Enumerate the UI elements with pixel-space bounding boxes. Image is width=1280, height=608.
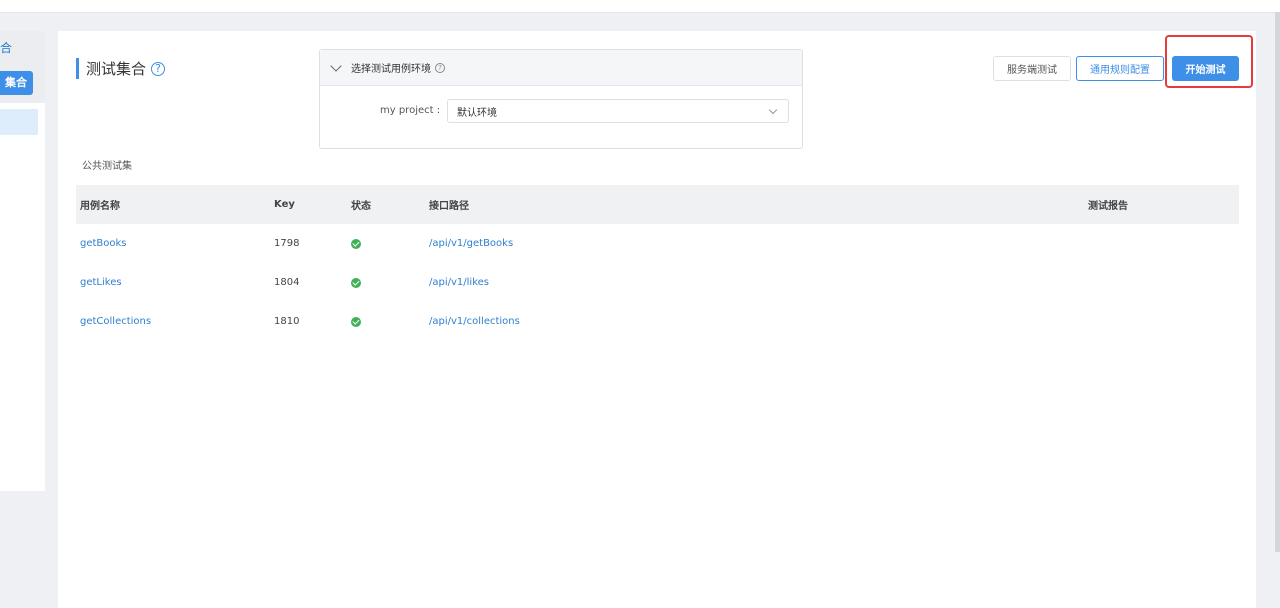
check-circle-icon <box>351 238 361 249</box>
table-row: getCollections 1810 /api/v1/collections <box>76 302 1239 341</box>
table-row: getBooks 1798 /api/v1/getBooks <box>76 224 1239 263</box>
page-title-group: 测试集合 ? <box>76 58 166 79</box>
page-title: 测试集合 <box>86 60 147 78</box>
case-key: 1804 <box>274 277 300 288</box>
status-cell <box>351 302 361 341</box>
top-bar <box>0 0 1280 13</box>
status-cell <box>351 263 361 302</box>
case-key: 1810 <box>274 316 300 327</box>
question-circle-icon[interactable]: ? <box>151 61 166 76</box>
sidebar-section-label: 合 <box>0 41 13 55</box>
case-name-link[interactable]: getBooks <box>80 224 127 263</box>
column-header-status: 状态 <box>351 201 371 212</box>
column-header-key: Key <box>274 199 295 210</box>
question-circle-icon[interactable]: ? <box>435 62 445 73</box>
check-circle-icon <box>351 316 361 327</box>
table-header: 用例名称 Key 状态 接口路径 测试报告 <box>76 185 1239 224</box>
api-path-link[interactable]: /api/v1/collections <box>429 302 520 341</box>
test-case-table: 用例名称 Key 状态 接口路径 测试报告 getBooks 1798 /api… <box>76 185 1239 341</box>
column-header-path: 接口路径 <box>429 201 469 212</box>
check-circle-icon <box>351 277 361 288</box>
env-panel-title: 选择测试用例环境 <box>351 64 431 75</box>
case-key: 1798 <box>274 238 300 249</box>
case-name-link[interactable]: getLikes <box>80 263 122 302</box>
project-label: my project : <box>380 105 441 116</box>
chevron-down-icon <box>768 105 778 115</box>
rule-config-button[interactable]: 通用规则配置 <box>1076 56 1164 81</box>
highlight-box <box>1165 35 1253 88</box>
env-select[interactable]: 默认环境 <box>447 99 789 123</box>
env-select-panel: 选择测试用例环境 ? my project : 默认环境 <box>319 49 803 149</box>
column-header-name: 用例名称 <box>80 201 120 212</box>
case-name-link[interactable]: getCollections <box>80 302 151 341</box>
sidebar: 合 集合 <box>0 31 45 491</box>
api-path-link[interactable]: /api/v1/getBooks <box>429 224 513 263</box>
env-select-value: 默认环境 <box>457 107 497 119</box>
section-label: 公共测试集 <box>82 161 132 172</box>
status-cell <box>351 224 361 263</box>
api-path-link[interactable]: /api/v1/likes <box>429 263 489 302</box>
column-header-report: 测试报告 <box>1088 201 1128 212</box>
scrollbar[interactable] <box>1275 12 1280 552</box>
server-test-button[interactable]: 服务端测试 <box>993 56 1071 81</box>
sidebar-item-selected[interactable] <box>0 109 38 135</box>
sidebar-active-button[interactable]: 集合 <box>0 71 33 95</box>
sidebar-header: 合 集合 <box>0 31 45 103</box>
table-row: getLikes 1804 /api/v1/likes <box>76 263 1239 302</box>
env-panel-header[interactable]: 选择测试用例环境 ? <box>320 50 802 86</box>
chevron-down-icon[interactable] <box>330 59 342 72</box>
main-panel: 测试集合 ? 选择测试用例环境 ? my project : 默认环境 服务端测… <box>58 31 1256 608</box>
